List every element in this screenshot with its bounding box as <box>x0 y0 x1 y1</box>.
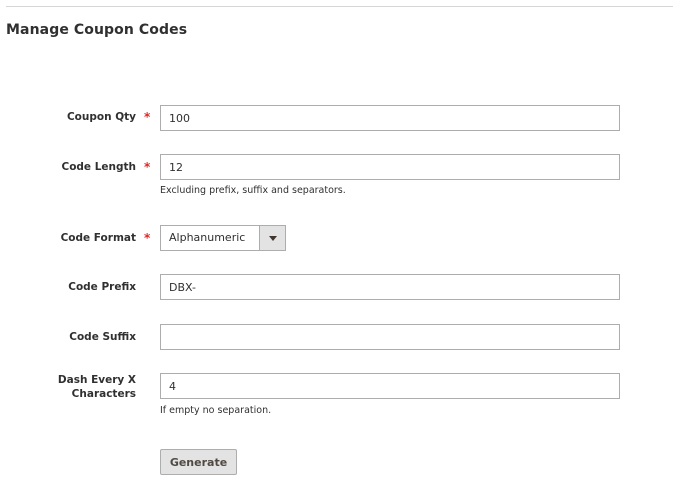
code-format-selected: Alphanumeric <box>169 231 246 244</box>
chevron-down-icon[interactable] <box>259 226 285 250</box>
code-suffix-input[interactable] <box>160 324 620 350</box>
dash-every-label: Dash Every X Characters <box>58 373 136 401</box>
required-asterisk: * <box>144 160 151 174</box>
code-prefix-input[interactable] <box>160 274 620 300</box>
code-length-note: Excluding prefix, suffix and separators. <box>160 185 346 196</box>
required-asterisk: * <box>144 110 151 124</box>
dash-every-label-line1: Dash Every X <box>57 374 136 386</box>
coupon-qty-label: Coupon Qty <box>66 111 136 123</box>
code-format-select[interactable]: Alphanumeric <box>160 225 286 251</box>
generate-button[interactable]: Generate <box>160 449 237 475</box>
code-length-label: Code Length <box>61 161 136 173</box>
coupon-qty-input[interactable] <box>160 105 620 131</box>
top-divider <box>6 6 673 7</box>
code-length-input[interactable] <box>160 154 620 180</box>
dash-every-label-line2: Characters <box>71 388 136 400</box>
dash-every-input[interactable] <box>160 373 620 399</box>
page-title: Manage Coupon Codes <box>6 22 188 38</box>
code-format-label: Code Format <box>60 232 136 244</box>
code-suffix-label: Code Suffix <box>69 331 136 343</box>
dash-every-note: If empty no separation. <box>160 405 272 416</box>
required-asterisk: * <box>144 231 151 245</box>
code-prefix-label: Code Prefix <box>68 281 136 293</box>
